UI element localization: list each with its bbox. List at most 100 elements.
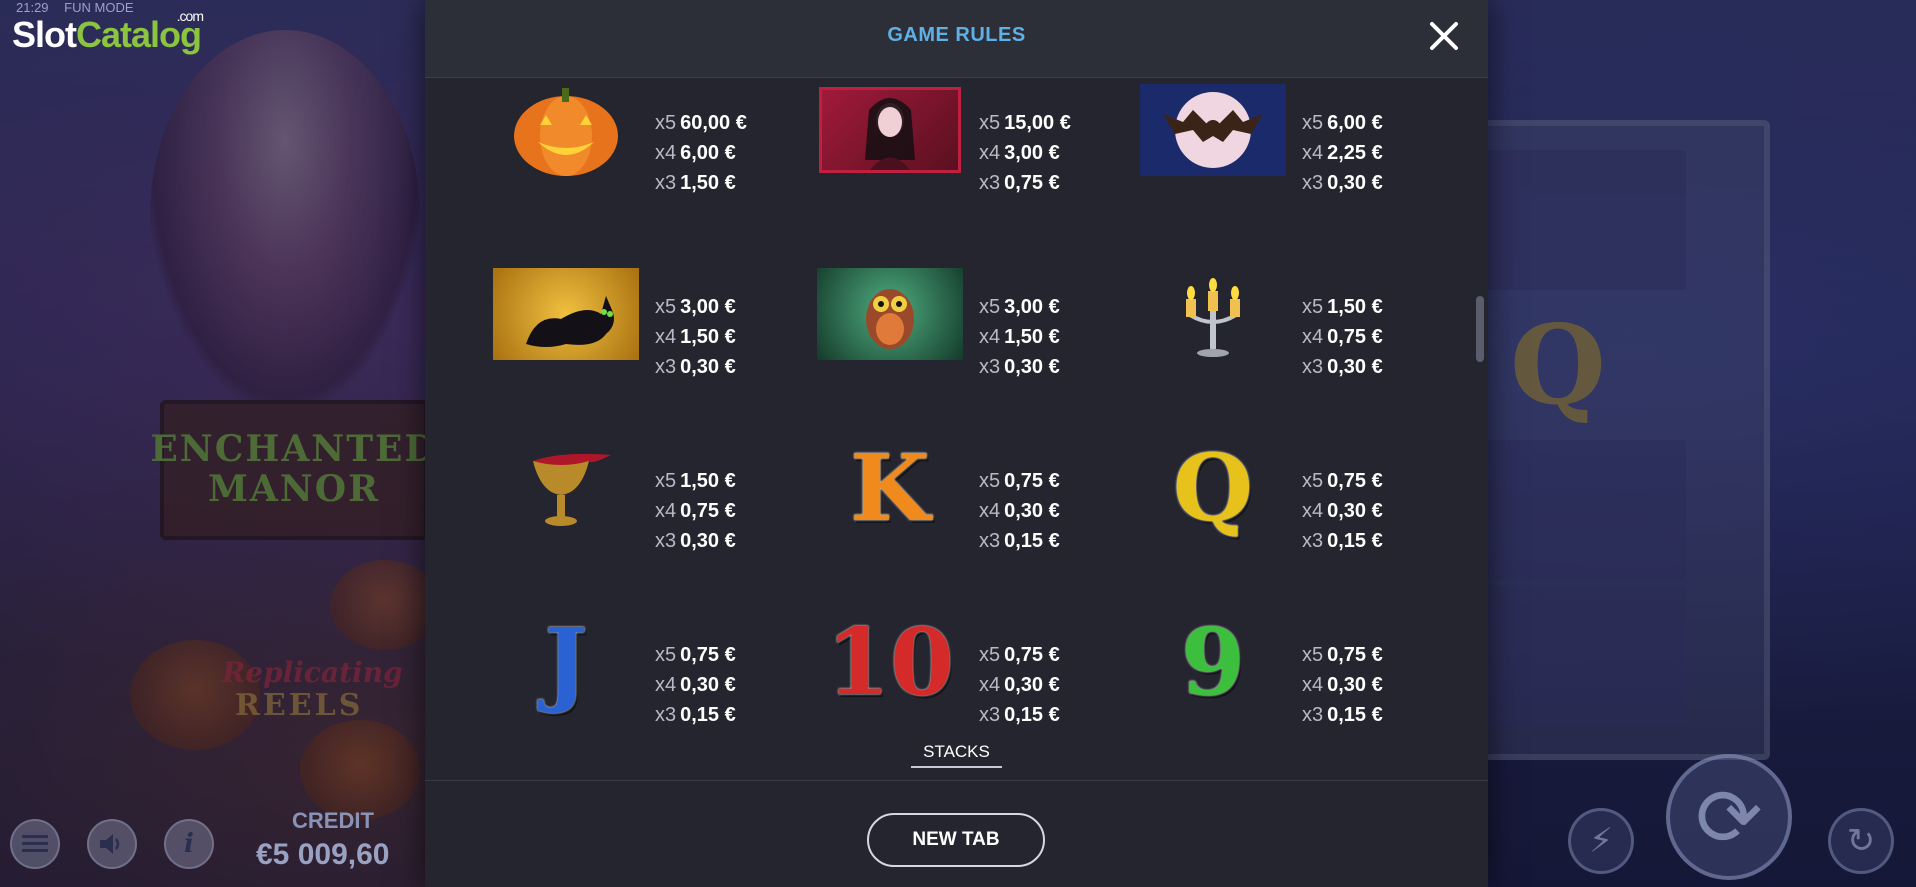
autoplay-button[interactable]: ↻ — [1828, 808, 1894, 874]
payout-amount: 1,50 € — [680, 470, 736, 492]
info-icon: i — [184, 829, 194, 859]
sound-button[interactable] — [87, 819, 137, 869]
payout-multiplier: x3 — [1302, 356, 1324, 378]
payout-multiplier: x5 — [1302, 644, 1324, 666]
payout-multiplier: x4 — [979, 500, 1001, 522]
payout-amount: 0,75 € — [1327, 644, 1383, 666]
payout-row: x4 2,25 € — [1302, 138, 1383, 168]
payout-amount: 0,30 € — [1327, 674, 1383, 696]
payout-amount: 0,30 € — [680, 530, 736, 552]
payout-row: x5 6,00 € — [1302, 108, 1383, 138]
payout-multiplier: x5 — [655, 112, 677, 134]
payout-row: x3 0,15 € — [979, 526, 1060, 556]
info-button[interactable]: i — [164, 819, 214, 869]
payout-amount: 0,30 € — [1327, 356, 1383, 378]
payout-row: x4 6,00 € — [655, 138, 747, 168]
payout-list: x5 15,00 € x4 3,00 € x3 0,75 € — [979, 108, 1071, 198]
payout-multiplier: x4 — [1302, 674, 1324, 696]
payout-multiplier: x5 — [655, 644, 677, 666]
payout-row: x4 0,30 € — [1302, 670, 1383, 700]
modal-header: GAME RULES — [425, 0, 1488, 78]
payout-row: x3 0,15 € — [979, 700, 1060, 730]
payout-multiplier: x3 — [655, 356, 677, 378]
ten-icon: 10 — [816, 614, 964, 710]
payout-list: x5 3,00 € x4 1,50 € x3 0,30 € — [655, 292, 736, 382]
payout-row: x5 0,75 € — [1302, 640, 1383, 670]
payout-amount: 0,30 € — [680, 356, 736, 378]
payout-amount: 0,30 € — [1327, 500, 1383, 522]
payout-multiplier: x3 — [979, 704, 1001, 726]
pumpkin-icon — [492, 82, 640, 178]
scrollbar-thumb[interactable] — [1476, 296, 1484, 362]
payout-amount: 0,30 € — [680, 674, 736, 696]
status-bar: 21:29 FUN MODE — [16, 0, 146, 15]
close-icon — [1430, 22, 1458, 50]
payout-row: x4 1,50 € — [655, 322, 736, 352]
payout-row: x3 0,30 € — [1302, 168, 1383, 198]
payout-multiplier: x5 — [1302, 470, 1324, 492]
spin-button[interactable]: ⟳ — [1666, 754, 1792, 880]
rules-scroll-area[interactable]: x5 60,00 € x4 6,00 € x3 1,50 € x5 15,00 € x4 3,00… — [425, 78, 1488, 775]
paytable-entry: x5 1,50 € x4 0,75 € x3 0,30 € — [1139, 266, 1463, 396]
payout-list: x5 0,75 € x4 0,30 € x3 0,15 € — [1302, 466, 1383, 556]
payout-list: x5 0,75 € x4 0,30 € x3 0,15 € — [1302, 640, 1383, 730]
payout-list: x5 6,00 € x4 2,25 € x3 0,30 € — [1302, 108, 1383, 198]
payout-amount: 0,30 € — [1327, 172, 1383, 194]
status-time: 21:29 — [16, 0, 49, 15]
payout-row: x5 0,75 € — [979, 466, 1060, 496]
payout-multiplier: x5 — [979, 470, 1001, 492]
payout-row: x5 1,50 € — [1302, 292, 1383, 322]
nine-icon: 9 — [1139, 614, 1287, 710]
payout-multiplier: x4 — [1302, 500, 1324, 522]
payout-amount: 6,00 € — [1327, 112, 1383, 134]
payout-multiplier: x5 — [655, 296, 677, 318]
payout-row: x5 60,00 € — [655, 108, 747, 138]
payout-multiplier: x3 — [1302, 530, 1324, 552]
nine-symbol-letter: 9 — [1180, 608, 1245, 716]
payout-row: x5 0,75 € — [1302, 466, 1383, 496]
payout-row: x4 0,30 € — [1302, 496, 1383, 526]
payout-multiplier: x3 — [1302, 704, 1324, 726]
menu-button[interactable] — [10, 819, 60, 869]
candelabra-icon — [1139, 266, 1287, 362]
payout-row: x5 3,00 € — [979, 292, 1060, 322]
payout-amount: 0,75 € — [680, 500, 736, 522]
paytable-entry: x5 60,00 € x4 6,00 € x3 1,50 € — [492, 82, 816, 212]
paytable-entry: 9 x5 0,75 € x4 0,30 € x3 0,15 € — [1139, 614, 1463, 744]
payout-amount: 6,00 € — [680, 142, 736, 164]
new-tab-button[interactable]: NEW TAB — [867, 813, 1045, 867]
payout-multiplier: x3 — [979, 530, 1001, 552]
site-logo: SlotCatalog .com — [12, 8, 204, 56]
speaker-icon — [100, 834, 120, 854]
payout-amount: 0,15 € — [1004, 704, 1060, 726]
stacks-label[interactable]: STACKS — [911, 742, 1002, 768]
turbo-button[interactable]: ⚡ — [1568, 808, 1634, 874]
paytable-entry: x5 3,00 € x4 1,50 € x3 0,30 € — [816, 266, 1140, 396]
payout-row: x5 0,75 € — [655, 640, 736, 670]
close-button[interactable] — [1422, 14, 1466, 58]
payout-row: x3 0,15 € — [655, 700, 736, 730]
payout-amount: 0,75 € — [680, 644, 736, 666]
paytable-entry: x5 1,50 € x4 0,75 € x3 0,30 € — [492, 440, 816, 570]
payout-amount: 1,50 € — [680, 172, 736, 194]
paytable-entry: Kx5 0,75 € x4 0,30 € x3 0,15 € — [816, 440, 1140, 570]
paytable-entry: 10 x5 0,75 € x4 0,30 € x3 0,15 € — [816, 614, 1140, 744]
payout-row: x3 0,30 € — [655, 526, 736, 556]
payout-list: x5 1,50 € x4 0,75 € x3 0,30 € — [655, 466, 736, 556]
credit-value: €5 009,60 — [256, 838, 390, 871]
hamburger-icon — [22, 835, 48, 852]
payout-multiplier: x4 — [655, 326, 677, 348]
payout-amount: 0,75 € — [1004, 644, 1060, 666]
payout-row: x3 0,30 € — [655, 352, 736, 382]
payout-row: x4 3,00 € — [979, 138, 1071, 168]
payout-multiplier: x4 — [1302, 326, 1324, 348]
payout-multiplier: x3 — [655, 704, 677, 726]
k-icon: K — [816, 440, 964, 536]
payout-multiplier: x3 — [979, 172, 1001, 194]
payout-amount: 15,00 € — [1004, 112, 1071, 134]
stacks-section-link[interactable]: STACKS — [425, 742, 1488, 768]
payout-multiplier: x3 — [655, 530, 677, 552]
payout-row: x5 0,75 € — [979, 640, 1060, 670]
payout-list: x5 0,75 € x4 0,30 € x3 0,15 € — [655, 640, 736, 730]
payout-amount: 0,30 € — [1004, 674, 1060, 696]
